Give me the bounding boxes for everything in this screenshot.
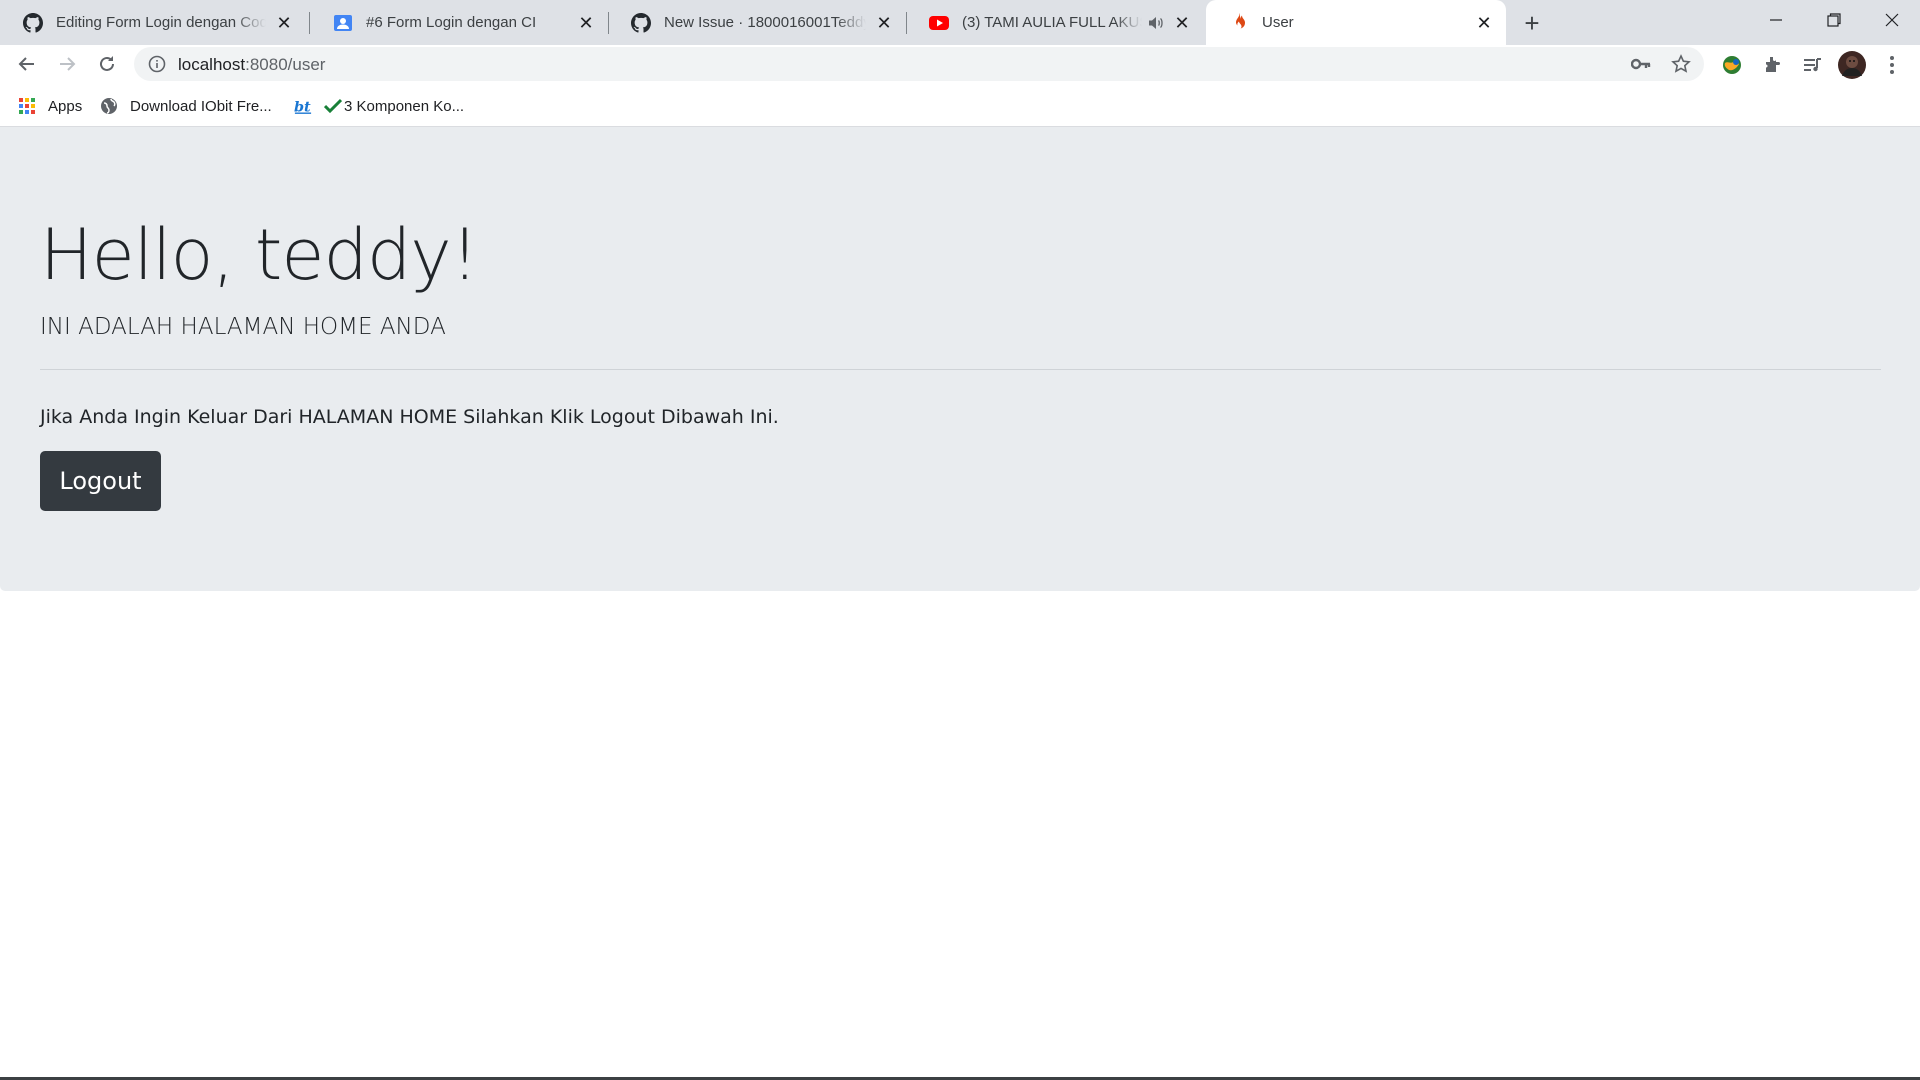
key-icon[interactable] [1630, 53, 1652, 75]
youtube-icon [928, 12, 950, 34]
avatar[interactable] [1838, 51, 1866, 79]
page-title: Hello, teddy! [40, 214, 479, 296]
extensions-puzzle-icon[interactable] [1760, 53, 1784, 77]
page-viewport: Hello, teddy! INI ADALAH HALAMAN HOME AN… [0, 127, 1920, 1080]
github-icon [22, 12, 44, 34]
close-tab-icon[interactable]: ✕ [874, 13, 894, 33]
url-path: :8080/user [245, 55, 326, 74]
jumbotron: Hello, teddy! INI ADALAH HALAMAN HOME AN… [0, 127, 1920, 591]
forward-button[interactable] [52, 49, 82, 79]
close-tab-icon[interactable]: ✕ [576, 13, 596, 33]
reload-button[interactable] [92, 49, 122, 79]
close-tab-icon[interactable]: ✕ [1474, 13, 1494, 33]
tab-user-active[interactable]: User ✕ [1206, 0, 1506, 45]
globe-icon [100, 97, 118, 115]
bookmarks-bar: Apps Download IObit Fre... bt 3 Komponen… [0, 84, 1920, 127]
restore-button[interactable] [1806, 0, 1862, 40]
apps-grid-icon [18, 97, 36, 115]
tab-title: Editing Form Login dengan Code [56, 14, 266, 31]
divider [40, 369, 1881, 370]
bookmark-label: Apps [48, 97, 83, 115]
back-button[interactable] [12, 49, 42, 79]
tab-new-issue[interactable]: New Issue · 1800016001Teddysat ✕ [608, 0, 906, 45]
contact-card-icon [332, 12, 354, 34]
close-window-button[interactable] [1864, 0, 1920, 40]
bt-logo-icon: bt [294, 97, 312, 115]
tab-strip: Editing Form Login dengan Code ✕ #6 Form… [0, 0, 1920, 45]
bookmark-apps[interactable]: Apps [18, 95, 82, 117]
minimize-button[interactable] [1748, 0, 1804, 40]
codeigniter-flame-icon [1228, 12, 1250, 34]
lead-text: INI ADALAH HALAMAN HOME ANDA [40, 314, 446, 340]
close-tab-icon[interactable]: ✕ [274, 13, 294, 33]
checkmark-icon [324, 97, 342, 115]
bookmark-download-iobit[interactable]: Download IObit Fre... [100, 95, 272, 117]
browser-toolbar: localhost:8080/user [0, 45, 1920, 84]
close-tab-icon[interactable]: ✕ [1172, 13, 1192, 33]
media-control-icon[interactable] [1800, 53, 1824, 77]
logout-button[interactable]: Logout [40, 451, 161, 511]
bookmark-star-icon[interactable] [1670, 53, 1692, 75]
bookmark-label: 3 Komponen Ko... [344, 97, 465, 115]
url-text: localhost:8080/user [178, 55, 325, 75]
site-info-icon[interactable] [148, 55, 166, 73]
tab-form-login-ci[interactable]: #6 Form Login dengan CI ✕ [310, 0, 608, 45]
tab-title: #6 Form Login dengan CI [366, 14, 537, 31]
tab-title: (3) TAMI AULIA FULL AKUSTIK [962, 14, 1142, 31]
speaker-icon[interactable] [1148, 14, 1164, 32]
address-bar[interactable]: localhost:8080/user [134, 47, 1704, 81]
bookmark-3-komponen[interactable]: 3 Komponen Ko... [324, 95, 464, 117]
tab-youtube[interactable]: (3) TAMI AULIA FULL AKUSTIK ✕ [906, 0, 1204, 45]
extension-globe-icon[interactable] [1720, 53, 1744, 77]
menu-kebab-icon[interactable] [1880, 53, 1904, 77]
logout-instruction: Jika Anda Ingin Keluar Dari HALAMAN HOME… [40, 406, 779, 428]
github-icon [630, 12, 652, 34]
bookmark-bt[interactable]: bt [294, 95, 318, 117]
tab-title: User [1262, 14, 1294, 31]
tab-editing-form-login[interactable]: Editing Form Login dengan Code ✕ [0, 0, 306, 45]
new-tab-button[interactable]: + [1516, 8, 1548, 38]
tab-title: New Issue · 1800016001Teddysat [664, 14, 866, 31]
bookmark-label: Download IObit Fre... [130, 97, 272, 115]
url-host: localhost [178, 55, 246, 74]
